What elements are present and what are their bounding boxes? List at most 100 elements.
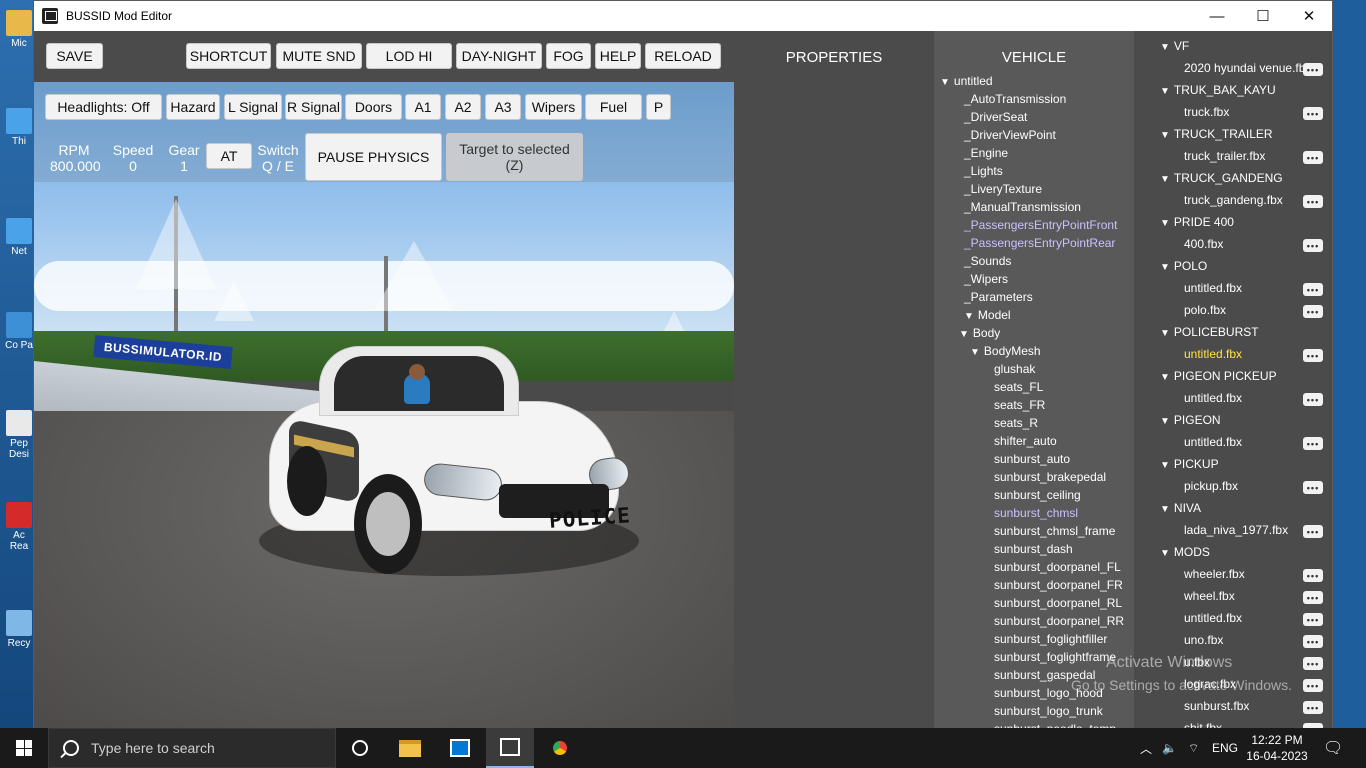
close-button[interactable]: ✕ — [1286, 1, 1332, 31]
expand-caret-icon[interactable]: ▼ — [1160, 504, 1170, 515]
mod-file-item[interactable]: sunburst.fbx — [1184, 699, 1249, 713]
save-button[interactable]: SAVE — [46, 43, 103, 69]
tree-node[interactable]: seats_FL — [994, 380, 1043, 394]
mod-file-item[interactable]: untitled.fbx — [1184, 391, 1242, 405]
tree-node[interactable]: sunburst_logo_trunk — [994, 704, 1103, 718]
file-options-button[interactable]: ••• — [1303, 195, 1323, 208]
volume-button[interactable]: 🔈 — [1162, 728, 1177, 768]
file-options-button[interactable]: ••• — [1303, 63, 1323, 76]
file-options-button[interactable]: ••• — [1303, 701, 1323, 714]
mod-group-header[interactable]: ▼ POLICEBURST — [1160, 325, 1259, 339]
help-button[interactable]: HELP — [595, 43, 641, 69]
file-options-button[interactable]: ••• — [1303, 569, 1323, 582]
mod-group-header[interactable]: ▼ TRUCK_GANDENG — [1160, 171, 1283, 185]
day-night-button[interactable]: DAY-NIGHT — [456, 43, 542, 69]
expand-caret-icon[interactable]: ▼ — [1160, 42, 1170, 53]
expand-caret-icon[interactable]: ▼ — [1160, 372, 1170, 383]
desktop-icon[interactable]: Mic — [4, 10, 34, 49]
tree-node[interactable]: sunburst_dash — [994, 542, 1073, 556]
mod-file-item[interactable]: 2020 hyundai venue.fb — [1184, 61, 1305, 75]
minimize-button[interactable]: — — [1194, 1, 1240, 31]
mod-group-header[interactable]: ▼ NIVA — [1160, 501, 1201, 515]
network-button[interactable]: ⌔ — [1188, 728, 1199, 768]
tree-node[interactable]: _Engine — [964, 146, 1008, 160]
vehicle-model[interactable]: POLICE — [259, 346, 639, 576]
tree-node[interactable]: sunburst_brakepedal — [994, 470, 1106, 484]
expand-caret-icon[interactable]: ▼ — [964, 311, 974, 322]
pause-physics-button[interactable]: PAUSE PHYSICS — [305, 133, 442, 181]
tree-node[interactable]: glushak — [994, 362, 1035, 376]
tree-node[interactable]: _Sounds — [964, 254, 1011, 268]
tree-node[interactable]: sunburst_auto — [994, 452, 1070, 466]
mod-file-item[interactable]: truck.fbx — [1184, 105, 1229, 119]
title-bar[interactable]: BUSSID Mod Editor — ☐ ✕ — [34, 1, 1332, 31]
expand-caret-icon[interactable]: ▼ — [1160, 548, 1170, 559]
file-options-button[interactable]: ••• — [1303, 635, 1323, 648]
mod-file-item[interactable]: wheel.fbx — [1184, 589, 1235, 603]
file-options-button[interactable]: ••• — [1303, 151, 1323, 164]
tree-node[interactable]: seats_R — [994, 416, 1038, 430]
mod-group-header[interactable]: ▼ VF — [1160, 39, 1189, 53]
tree-node[interactable]: sunburst_foglightframe — [994, 650, 1116, 664]
target-selected-button[interactable]: Target to selected (Z) — [446, 133, 583, 181]
tree-node[interactable]: _LiveryTexture — [964, 182, 1042, 196]
file-options-button[interactable]: ••• — [1303, 437, 1323, 450]
lod-button[interactable]: LOD HI — [366, 43, 452, 69]
desktop-icon[interactable]: Ac Rea — [4, 502, 34, 552]
right-signal-button[interactable]: R Signal — [285, 94, 342, 120]
fog-button[interactable]: FOG — [546, 43, 591, 69]
mod-group-header[interactable]: ▼ MODS — [1160, 545, 1210, 559]
file-options-button[interactable]: ••• — [1303, 591, 1323, 604]
tree-node[interactable]: seats_FR — [994, 398, 1045, 412]
task-view-button[interactable] — [336, 728, 384, 768]
mod-file-item[interactable]: untitled.fbx — [1184, 281, 1242, 295]
tree-node[interactable]: _ManualTransmission — [964, 200, 1081, 214]
expand-caret-icon[interactable]: ▼ — [1160, 416, 1170, 427]
tree-node[interactable]: _AutoTransmission — [964, 92, 1066, 106]
scene-viewport[interactable]: BUSSIMULATOR.ID POLICE SAVE SHORTCUT MUT… — [34, 31, 734, 729]
hazard-button[interactable]: Hazard — [166, 94, 220, 120]
file-options-button[interactable]: ••• — [1303, 481, 1323, 494]
mod-file-item[interactable]: truck_trailer.fbx — [1184, 149, 1265, 163]
tree-node[interactable]: sunburst_chmsl — [994, 506, 1078, 520]
file-options-button[interactable]: ••• — [1303, 525, 1323, 538]
store-button[interactable] — [436, 728, 484, 768]
file-options-button[interactable]: ••• — [1303, 239, 1323, 252]
file-explorer-button[interactable] — [386, 728, 434, 768]
tree-node[interactable]: _Wipers — [964, 272, 1008, 286]
mod-file-item[interactable]: polo.fbx — [1184, 303, 1226, 317]
language-indicator[interactable]: ENG — [1212, 728, 1238, 768]
a1-button[interactable]: A1 — [405, 94, 441, 120]
start-button[interactable] — [0, 728, 48, 768]
mute-sound-button[interactable]: MUTE SND — [276, 43, 362, 69]
doors-button[interactable]: Doors — [345, 94, 402, 120]
mod-editor-taskbar-button[interactable] — [486, 728, 534, 768]
tree-node[interactable]: _DriverSeat — [964, 110, 1027, 124]
tree-node[interactable]: _DriverViewPoint — [964, 128, 1056, 142]
file-options-button[interactable]: ••• — [1303, 107, 1323, 120]
file-options-button[interactable]: ••• — [1303, 657, 1323, 670]
expand-caret-icon[interactable]: ▼ — [1160, 328, 1170, 339]
mod-group-header[interactable]: ▼ PIGEON — [1160, 413, 1221, 427]
tree-node[interactable]: sunburst_doorpanel_RL — [994, 596, 1122, 610]
expand-caret-icon[interactable]: ▼ — [1160, 130, 1170, 141]
desktop-icon[interactable]: Thi — [4, 108, 34, 147]
expand-caret-icon[interactable]: ▼ — [1160, 86, 1170, 97]
mod-file-item[interactable]: untitled.fbx — [1184, 435, 1242, 449]
left-signal-button[interactable]: L Signal — [224, 94, 282, 120]
tree-node[interactable]: sunburst_ceiling — [994, 488, 1081, 502]
parking-button[interactable]: P — [646, 94, 671, 120]
vehicle-hierarchy-panel[interactable]: VEHICLE ▼ untitled _AutoTransmission _Drive… — [934, 31, 1134, 729]
desktop-icon[interactable]: Recy — [4, 610, 34, 649]
mod-group-header[interactable]: ▼ TRUK_BAK_KAYU — [1160, 83, 1276, 97]
mod-file-item[interactable]: truck_gandeng.fbx — [1184, 193, 1283, 207]
mod-file-item[interactable]: pickup.fbx — [1184, 479, 1238, 493]
file-options-button[interactable]: ••• — [1303, 349, 1323, 362]
tree-node[interactable]: sunburst_chmsl_frame — [994, 524, 1115, 538]
tree-node[interactable]: _Lights — [964, 164, 1003, 178]
tree-node[interactable]: ▼ untitled — [940, 74, 993, 88]
tree-node[interactable]: sunburst_doorpanel_FR — [994, 578, 1123, 592]
expand-caret-icon[interactable]: ▼ — [1160, 262, 1170, 273]
mod-files-panel[interactable]: ▼ VF 2020 hyundai venue.fb ••• ▼ TRUK_BAK_KAY… — [1134, 31, 1332, 729]
taskbar-clock[interactable]: 12:22 PM 16-04-2023 — [1242, 732, 1312, 764]
